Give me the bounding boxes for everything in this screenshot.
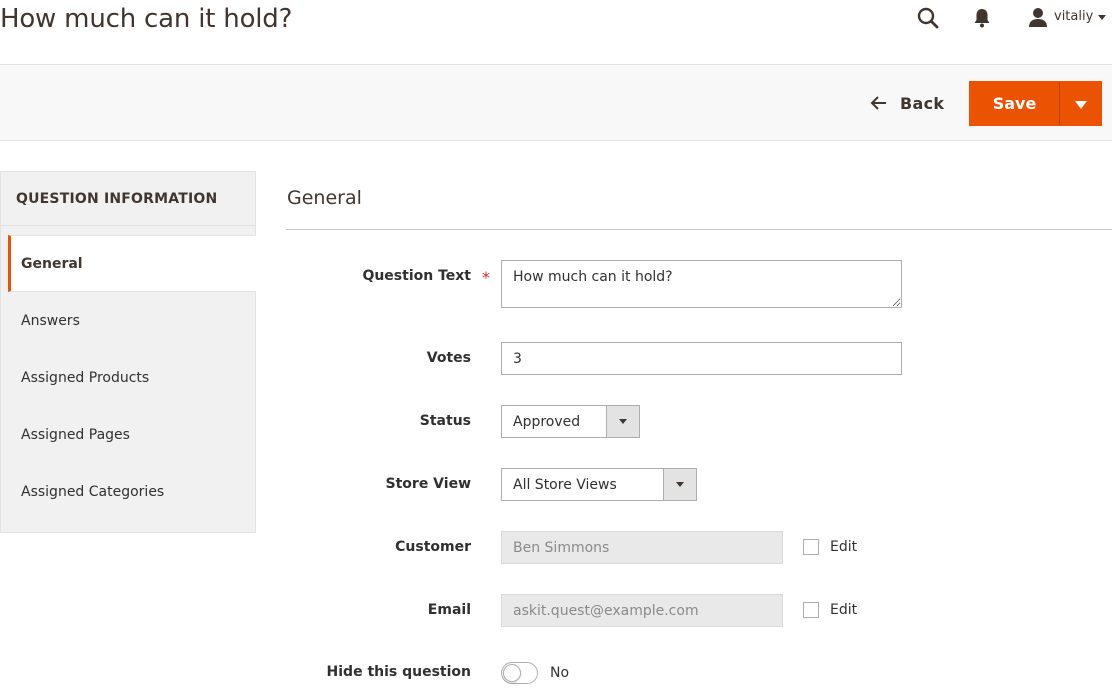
tab-assigned-products[interactable]: Assigned Products [1,349,255,406]
store-view-select-value: All Store Views [513,476,617,493]
customer-edit-label: Edit [830,539,858,555]
required-marker: * [482,268,490,287]
back-button[interactable]: Back [870,91,944,115]
page-title: How much can it hold? [0,4,293,34]
email-field[interactable] [501,594,783,627]
hide-question-value: No [550,665,570,681]
tab-list: General Answers Assigned Products Assign… [1,235,256,520]
votes-field[interactable] [501,342,902,375]
tab-assigned-categories[interactable]: Assigned Categories [1,463,255,520]
sidebar: QUESTION INFORMATION General Answers Ass… [0,171,256,533]
page-actions-bar: Back Save [0,64,1112,141]
user-name: vitaliy [1054,9,1094,24]
chevron-down-icon [676,482,684,487]
user-menu[interactable]: vitaliy [1026,6,1112,30]
save-button[interactable]: Save [970,82,1060,125]
back-label: Back [900,93,945,113]
tab-assigned-pages[interactable]: Assigned Pages [1,406,255,463]
checkbox[interactable] [803,539,819,555]
tab-general[interactable]: General [8,235,256,292]
customer-label: Customer [395,539,471,555]
select-toggle [606,406,639,437]
chevron-down-icon [1098,15,1106,20]
hide-question-toggle[interactable] [501,662,538,684]
bell-icon[interactable] [970,6,994,30]
chevron-down-icon [619,419,627,424]
caret-down-icon [1074,100,1087,109]
status-label: Status [419,413,471,429]
store-view-select[interactable]: All Store Views [501,468,697,501]
hide-question-label: Hide this question [326,664,471,680]
email-edit-label: Edit [830,602,858,618]
question-text-label: Question Text [362,268,471,284]
question-text-field[interactable]: How much can it hold? [501,260,902,308]
status-select-value: Approved [513,413,581,430]
tab-answers[interactable]: Answers [1,292,255,349]
email-edit-checkbox[interactable]: Edit [803,602,857,618]
status-select[interactable]: Approved [501,405,640,438]
section-title: General [287,187,362,209]
hide-question-switch: No [501,662,569,684]
toggle-knob [503,664,521,682]
checkbox[interactable] [803,602,819,618]
search-icon[interactable] [916,6,940,30]
save-options-toggle[interactable] [1060,82,1101,125]
email-label: Email [427,602,471,618]
customer-field[interactable] [501,531,783,564]
customer-edit-checkbox[interactable]: Edit [803,539,857,555]
select-toggle [663,469,696,500]
user-icon [1029,8,1047,27]
section-divider [286,229,1112,230]
save-split-button: Save [969,81,1102,126]
votes-label: Votes [426,350,471,366]
arrow-left-icon [870,96,886,110]
store-view-label: Store View [385,476,471,492]
sidebar-title: QUESTION INFORMATION [1,172,255,226]
